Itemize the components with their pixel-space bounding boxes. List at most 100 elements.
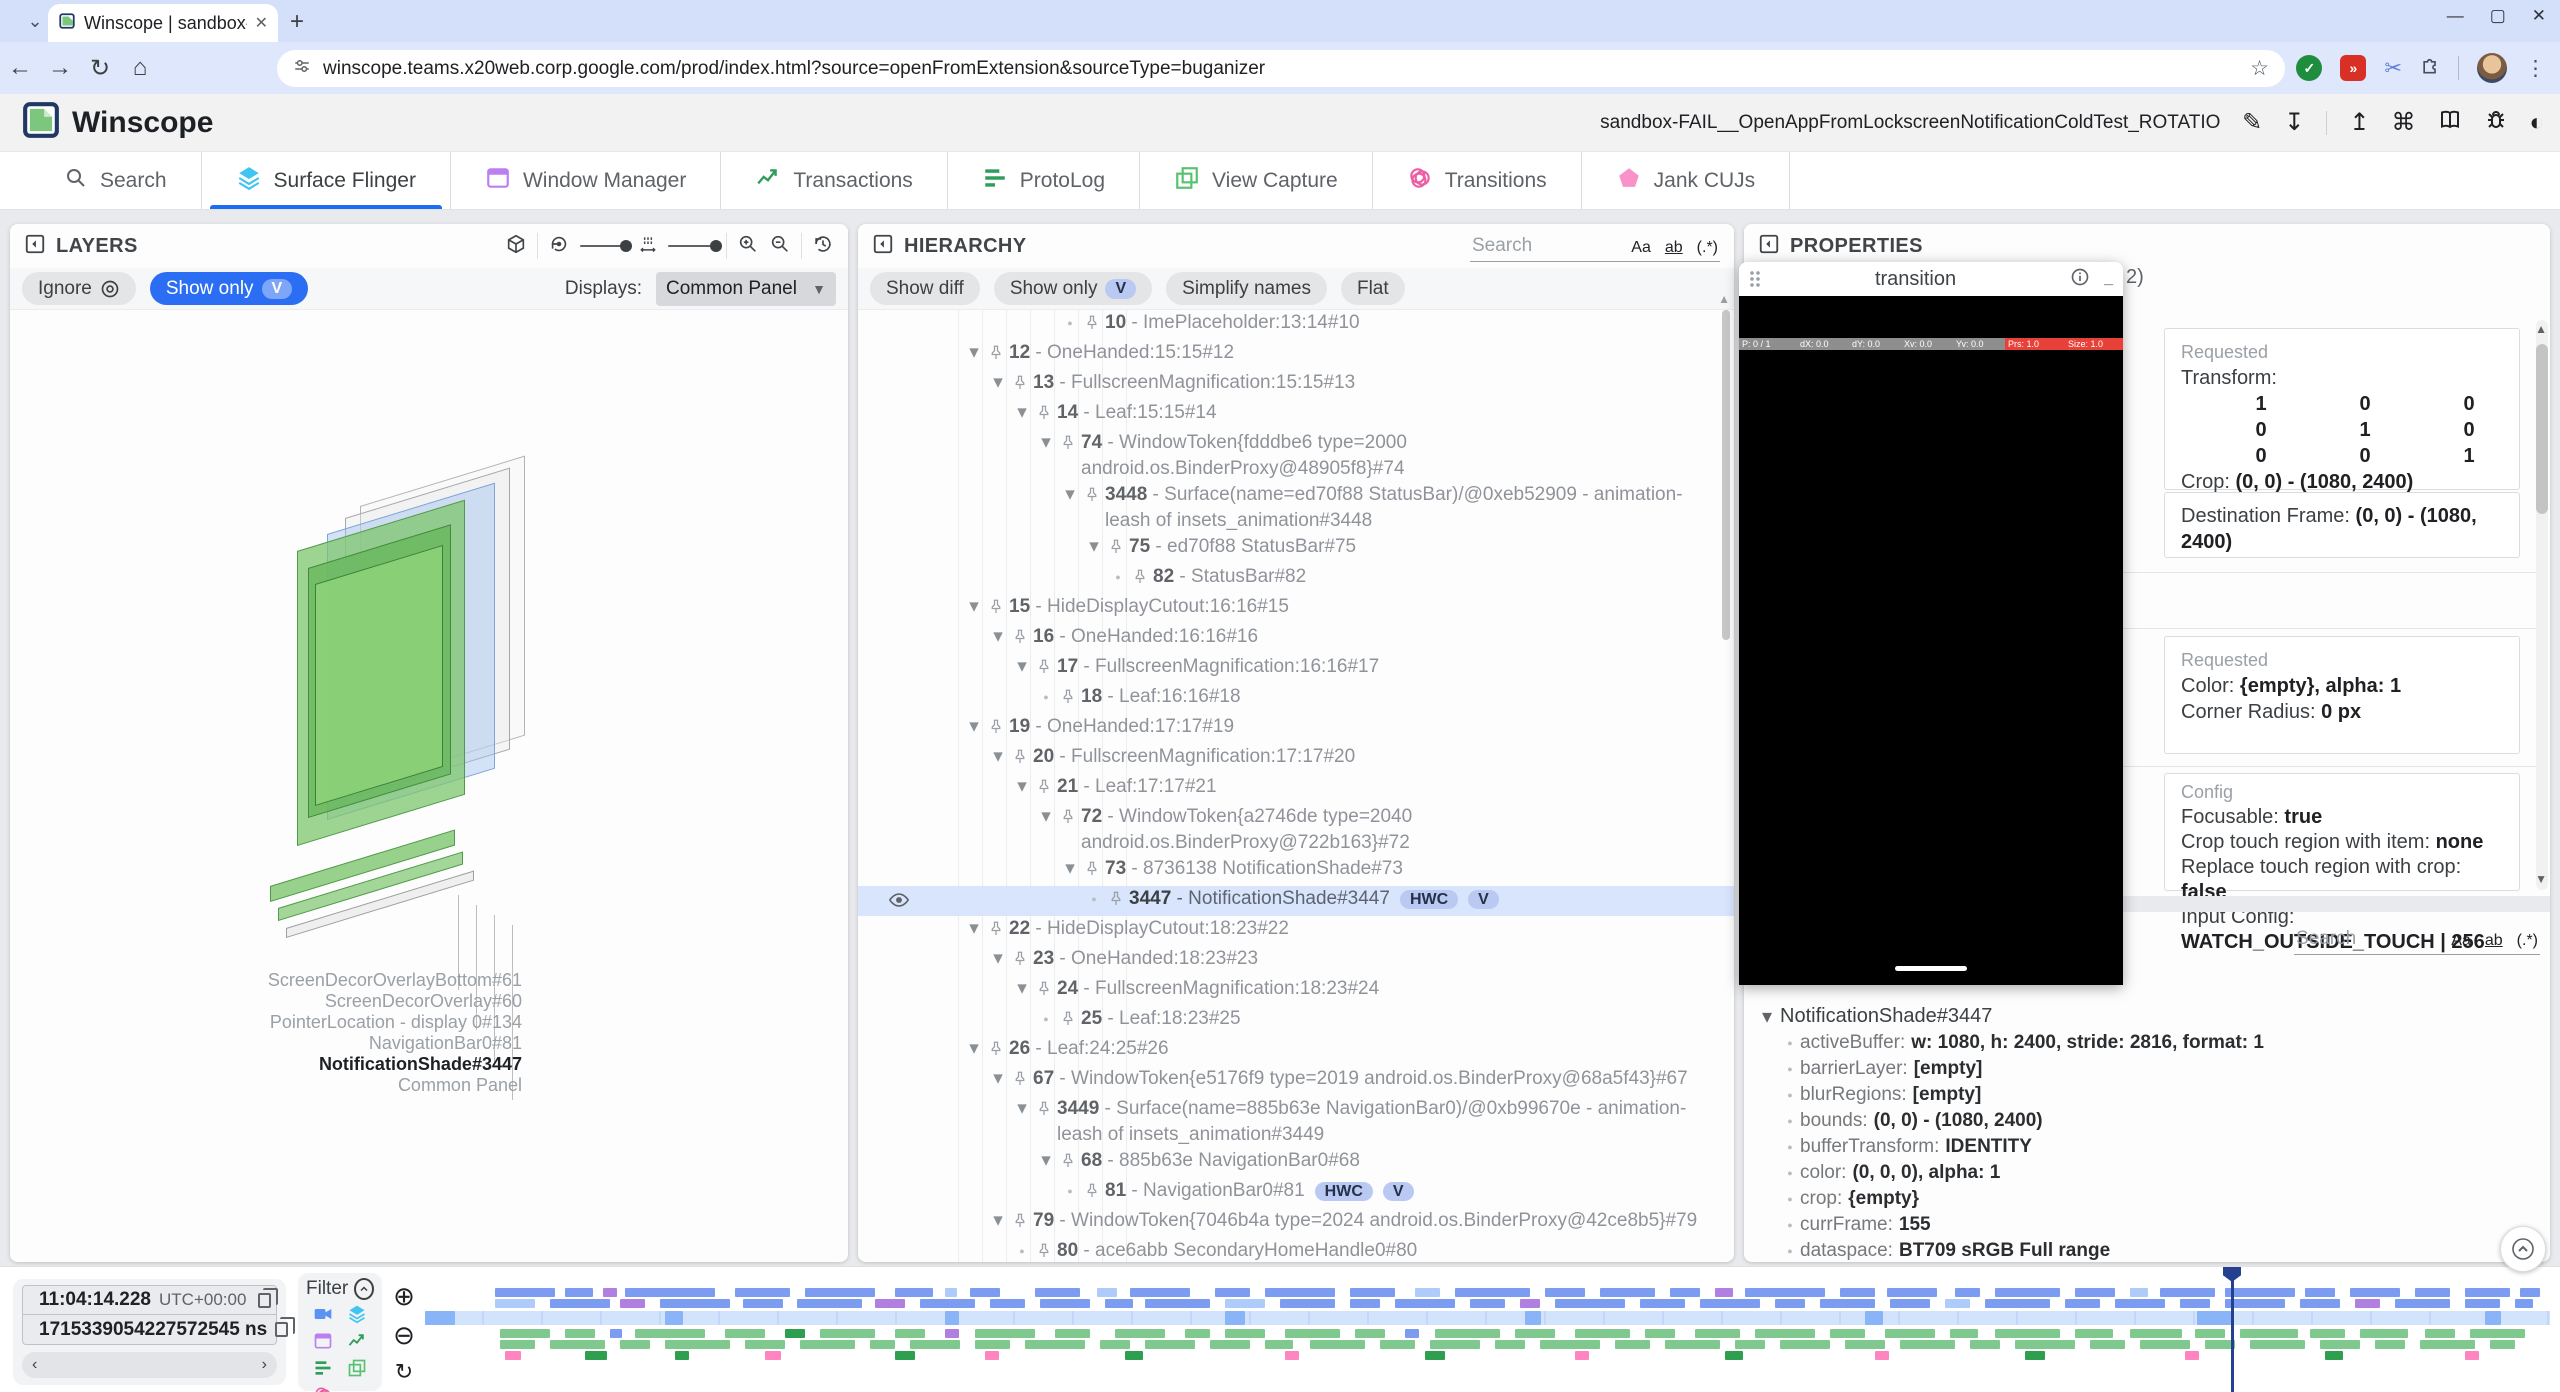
trace-segment[interactable] bbox=[1495, 1340, 1525, 1349]
trace-segment[interactable] bbox=[1210, 1340, 1250, 1349]
site-settings-icon[interactable] bbox=[293, 57, 311, 80]
minimize-overlay-icon[interactable]: _ bbox=[2104, 270, 2113, 288]
trace-segment[interactable] bbox=[495, 1288, 555, 1297]
extension-red-icon[interactable]: » bbox=[2340, 55, 2366, 81]
trace-segment[interactable] bbox=[1225, 1311, 1245, 1325]
trace-segment[interactable] bbox=[910, 1340, 960, 1349]
timeline-cursor[interactable] bbox=[2231, 1273, 2234, 1392]
address-bar[interactable]: winscope.teams.x20web.corp.google.com/pr… bbox=[277, 50, 2285, 87]
hierarchy-node-19[interactable]: ▾19 - OneHanded:17:17#19 bbox=[858, 714, 1734, 744]
hierarchy-node-18[interactable]: ●18 - Leaf:16:16#18 bbox=[858, 684, 1734, 714]
layer-3d-label[interactable]: PointerLocation - display 0#134 bbox=[270, 1012, 522, 1033]
scroll-up-icon[interactable]: ▲ bbox=[2535, 322, 2547, 336]
timeline-cursor-flag[interactable] bbox=[2223, 1267, 2241, 1282]
displays-select[interactable]: Common Panel▼ bbox=[656, 272, 836, 306]
properties-scrollbar[interactable] bbox=[2536, 344, 2548, 514]
layer-3d-label[interactable]: ScreenDecorOverlayBottom#61 bbox=[268, 970, 522, 991]
match-case-icon[interactable]: Aa bbox=[2451, 932, 2471, 950]
pin-icon[interactable] bbox=[1035, 774, 1057, 804]
edit-icon[interactable]: ✎ bbox=[2242, 108, 2262, 137]
trace-segment[interactable] bbox=[990, 1299, 1025, 1308]
trace-segment[interactable] bbox=[2360, 1329, 2408, 1338]
trace-segment[interactable] bbox=[1405, 1329, 1419, 1338]
trace-segment[interactable] bbox=[2305, 1288, 2335, 1297]
pin-icon[interactable] bbox=[1011, 1066, 1033, 1096]
expand-arrow-icon[interactable]: ▾ bbox=[1057, 482, 1083, 508]
trace-segment[interactable] bbox=[1645, 1329, 1675, 1338]
trace-segment[interactable] bbox=[975, 1340, 1010, 1349]
hierarchy-node-22[interactable]: ▾22 - HideDisplayCutout:18:23#22 bbox=[858, 916, 1734, 946]
expand-arrow-icon[interactable]: ▾ bbox=[985, 744, 1011, 770]
tab-jank-cujs[interactable]: Jank CUJs bbox=[1582, 152, 1791, 209]
tab-transitions[interactable]: Transitions bbox=[1373, 152, 1582, 209]
profile-avatar[interactable] bbox=[2477, 53, 2507, 83]
tab-close-icon[interactable]: ✕ bbox=[255, 13, 268, 33]
trace-segment[interactable] bbox=[1780, 1340, 1830, 1349]
zigzag-trace-toggle-icon[interactable] bbox=[347, 1331, 367, 1356]
trace-segment[interactable] bbox=[500, 1329, 550, 1338]
frames-trace-toggle-icon[interactable] bbox=[347, 1358, 367, 1383]
trace-segment[interactable] bbox=[665, 1340, 730, 1349]
expand-arrow-icon[interactable]: ▾ bbox=[961, 916, 987, 942]
layer-3d-label[interactable]: NotificationShade#3447 bbox=[319, 1054, 522, 1075]
bug-report-icon[interactable] bbox=[2484, 108, 2508, 137]
trace-segment[interactable] bbox=[1640, 1299, 1685, 1308]
trace-segment[interactable] bbox=[1425, 1351, 1445, 1360]
properties-tree-root[interactable]: ▾ NotificationShade#3447 bbox=[1754, 1002, 2540, 1030]
trace-segment[interactable] bbox=[1950, 1329, 1978, 1338]
zoom-in-icon[interactable] bbox=[737, 233, 759, 260]
forward-button[interactable]: → bbox=[40, 54, 80, 82]
trace-segment[interactable] bbox=[1185, 1329, 1210, 1338]
match-case-icon[interactable]: Aa bbox=[1631, 239, 1651, 257]
trace-segment[interactable] bbox=[495, 1299, 535, 1308]
rotation-icon[interactable] bbox=[548, 233, 570, 260]
ignore-button[interactable]: Ignore bbox=[22, 272, 136, 305]
panel-collapse-icon[interactable] bbox=[1758, 233, 1780, 260]
expand-arrow-icon[interactable]: ▾ bbox=[1033, 804, 1059, 830]
timeline-canvas[interactable] bbox=[425, 1267, 2550, 1392]
trace-segment[interactable] bbox=[797, 1299, 862, 1308]
properties-tree-item[interactable]: ●bounds:(0, 0) - (1080, 2400) bbox=[1754, 1108, 2540, 1134]
expand-arrow-icon[interactable]: ▾ bbox=[1009, 400, 1035, 426]
trace-segment[interactable] bbox=[895, 1351, 915, 1360]
trace-segment[interactable] bbox=[1670, 1288, 1700, 1297]
trace-segment[interactable] bbox=[2225, 1288, 2295, 1297]
trace-segment[interactable] bbox=[2025, 1351, 2045, 1360]
match-word-icon[interactable]: ab bbox=[1665, 239, 1683, 257]
trace-segment[interactable] bbox=[1350, 1288, 1395, 1297]
hierarchy-node-3448[interactable]: ▾3448 - Surface(name=ed70f88 StatusBar)/… bbox=[858, 482, 1734, 534]
trace-segment[interactable] bbox=[1145, 1299, 1210, 1308]
trace-segment[interactable] bbox=[945, 1329, 959, 1338]
properties-tree-item[interactable]: ●currFrame:155 bbox=[1754, 1212, 2540, 1238]
expand-arrow-icon[interactable]: ▾ bbox=[985, 624, 1011, 650]
pin-icon[interactable] bbox=[1083, 856, 1105, 886]
extension-scissors-icon[interactable]: ✂ bbox=[2384, 56, 2402, 81]
trace-segment[interactable] bbox=[1665, 1340, 1720, 1349]
trace-segment[interactable] bbox=[620, 1340, 650, 1349]
trace-segment[interactable] bbox=[1355, 1329, 1385, 1338]
trace-segment[interactable] bbox=[870, 1340, 895, 1349]
properties-tree-item[interactable]: ●dataspace:BT709 sRGB Full range bbox=[1754, 1238, 2540, 1262]
trace-segment[interactable] bbox=[1430, 1340, 1480, 1349]
trace-segment[interactable] bbox=[1310, 1340, 1365, 1349]
trace-segment[interactable] bbox=[1225, 1299, 1265, 1308]
trace-segment[interactable] bbox=[895, 1329, 925, 1338]
trace-segment[interactable] bbox=[2515, 1299, 2533, 1308]
trace-segment[interactable] bbox=[1130, 1288, 1190, 1297]
layers-3d-canvas[interactable]: ScreenDecorOverlayBottom#61ScreenDecorOv… bbox=[10, 310, 848, 1262]
trace-segment[interactable] bbox=[2130, 1288, 2148, 1297]
new-tab-button[interactable]: + bbox=[290, 8, 304, 36]
trace-segment[interactable] bbox=[1055, 1329, 1090, 1338]
trace-segment[interactable] bbox=[1745, 1288, 1825, 1297]
regex-icon[interactable]: (.*) bbox=[1697, 239, 1718, 257]
drag-handle-icon[interactable] bbox=[1749, 270, 1761, 288]
trace-segment[interactable] bbox=[2250, 1340, 2305, 1349]
spacing-slider[interactable] bbox=[668, 245, 716, 247]
pin-icon[interactable] bbox=[1059, 804, 1081, 834]
trace-segment[interactable] bbox=[1945, 1299, 1970, 1308]
trace-segment[interactable] bbox=[565, 1288, 593, 1297]
pin-icon[interactable] bbox=[1011, 946, 1033, 976]
trace-segment[interactable] bbox=[2015, 1340, 2075, 1349]
3d-view-icon[interactable] bbox=[505, 233, 527, 260]
trace-segment[interactable] bbox=[2425, 1329, 2455, 1338]
